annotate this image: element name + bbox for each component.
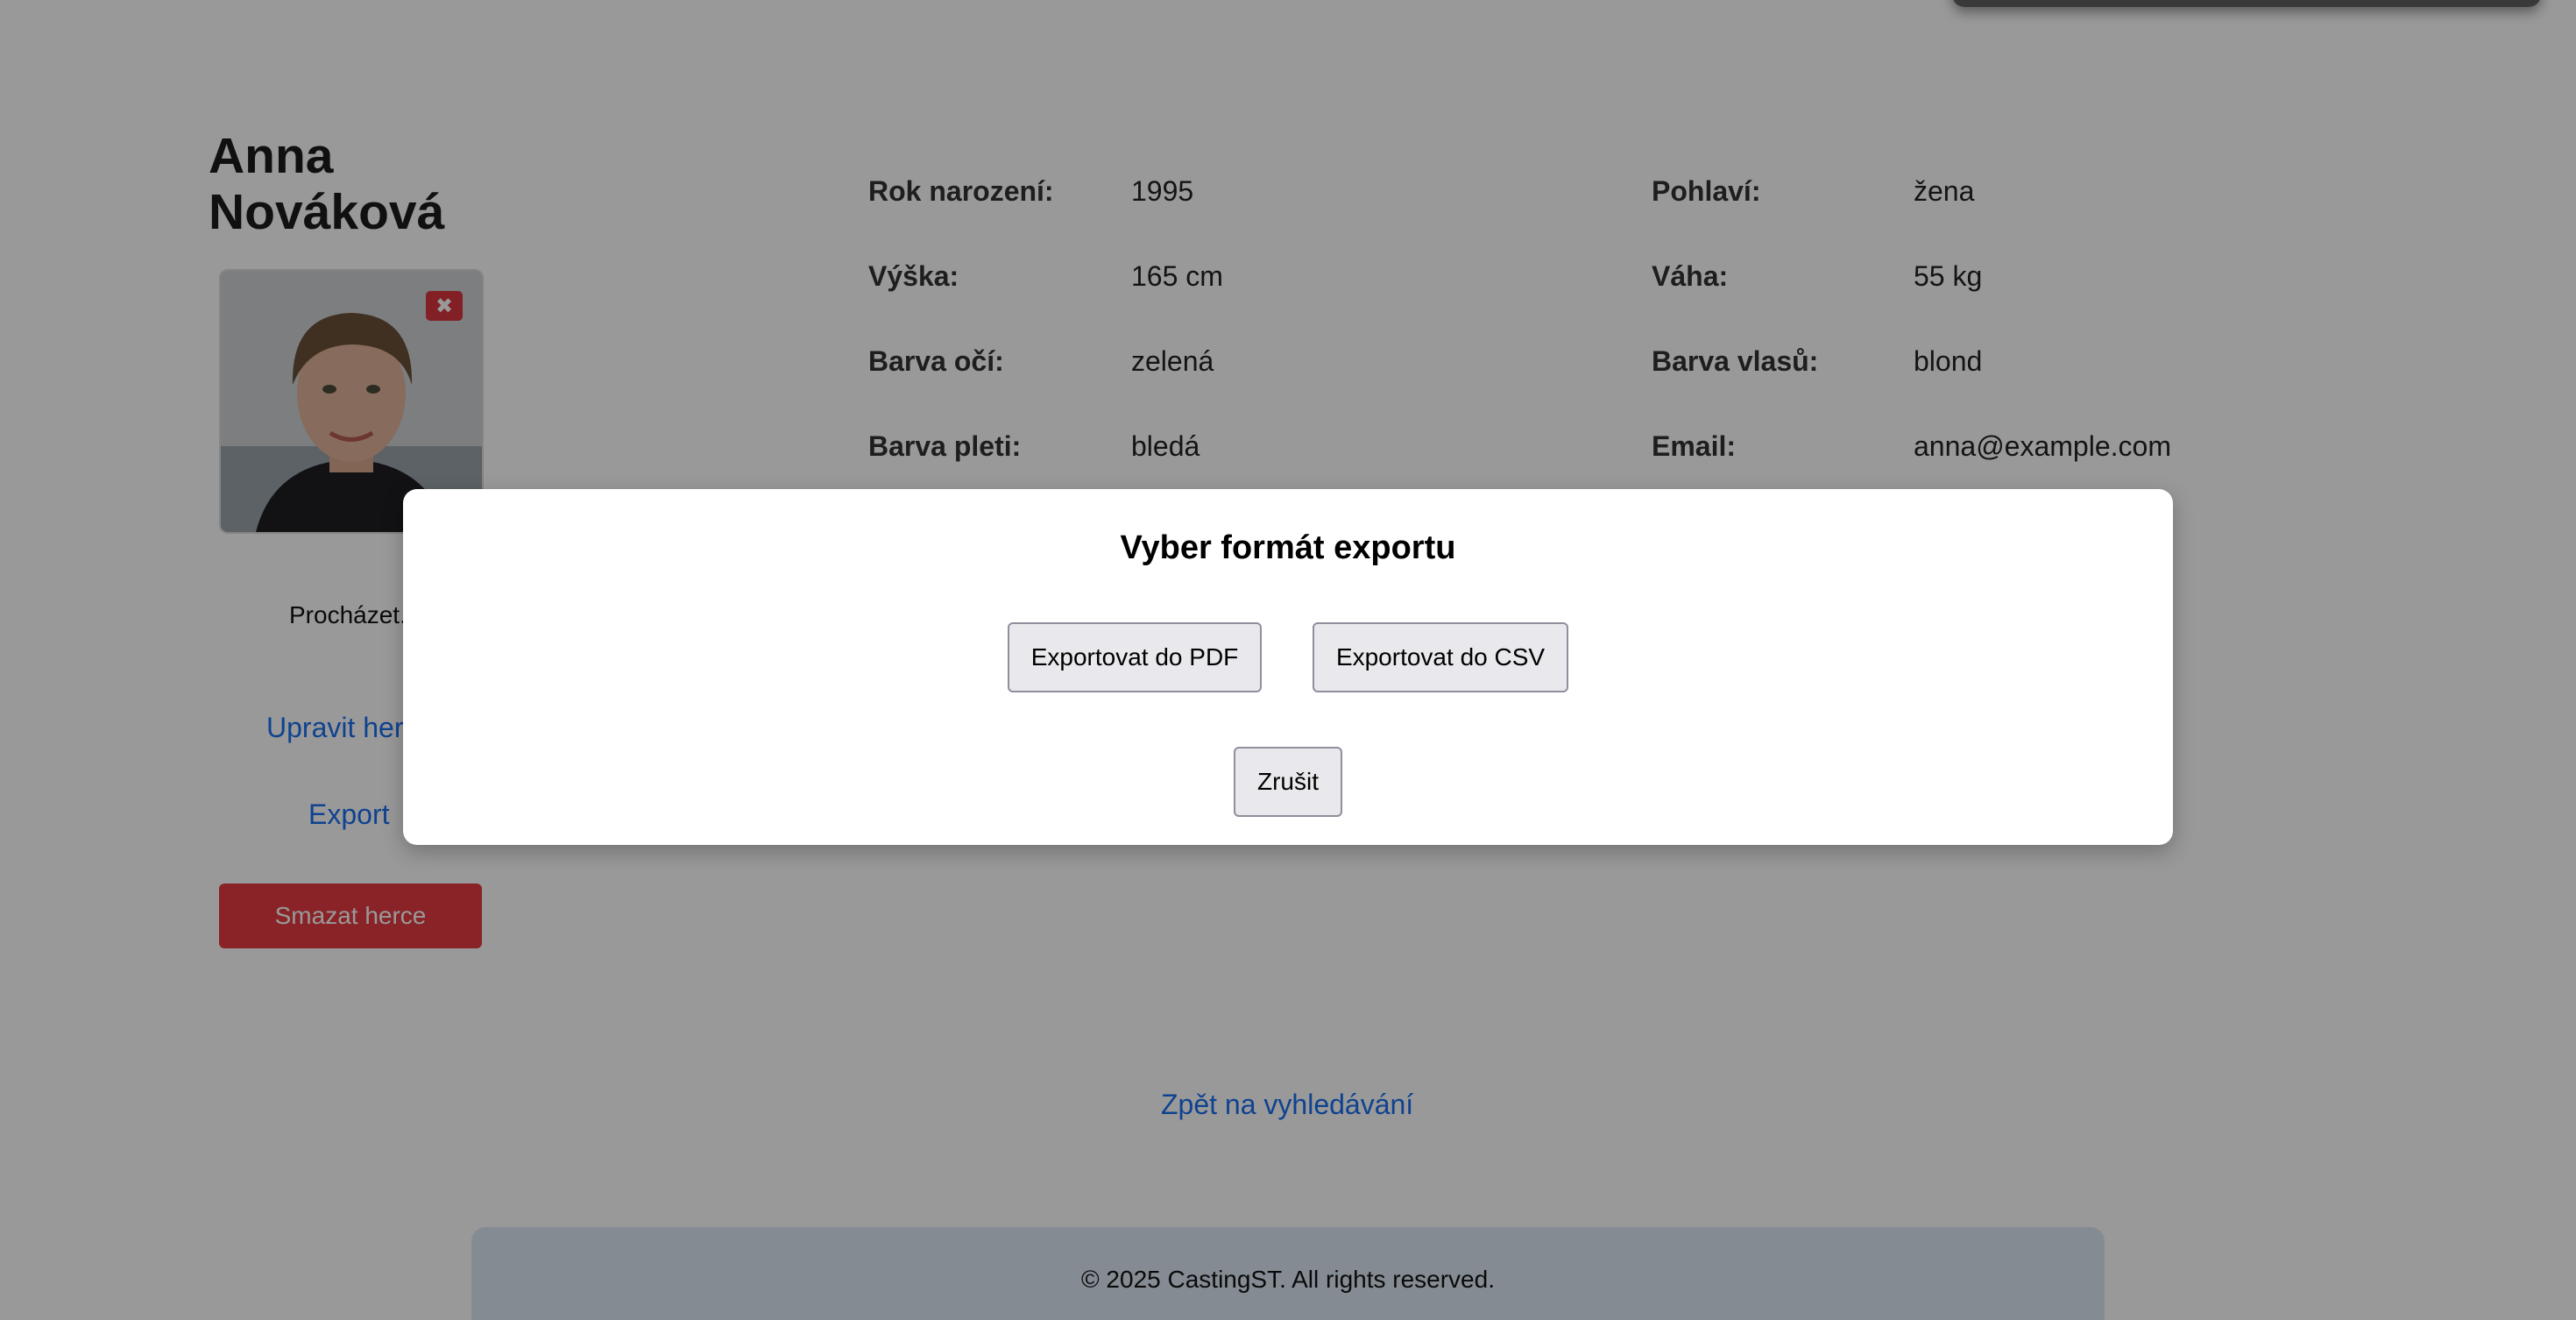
cancel-button[interactable]: Zrušit (1234, 747, 1342, 817)
export-format-dialog: Vyber formát exportu Exportovat do PDF E… (403, 489, 2173, 845)
export-pdf-button[interactable]: Exportovat do PDF (1008, 622, 1262, 692)
dialog-title: Vyber formát exportu (1120, 529, 1456, 566)
actor-detail-page: Anna Nováková ✖ Procházet... Upravit her… (0, 0, 2576, 1320)
export-csv-button[interactable]: Exportovat do CSV (1313, 622, 1568, 692)
